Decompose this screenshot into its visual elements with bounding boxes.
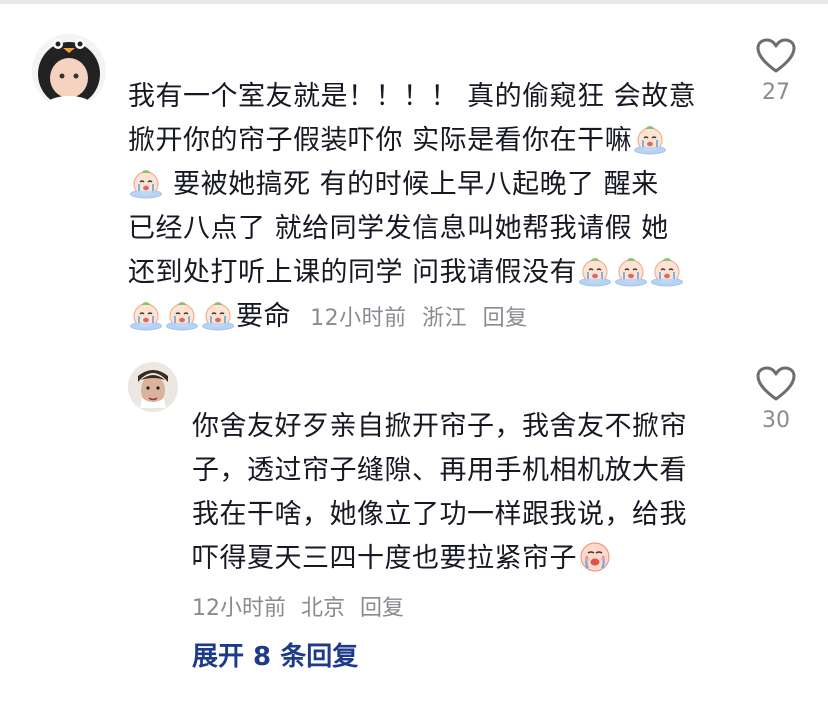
- reply-button[interactable]: 回复: [483, 306, 528, 331]
- like-button[interactable]: 27: [746, 38, 806, 105]
- comment-line-text: 要被她搞死 有的时候上早八起晚了 醒来: [173, 169, 659, 200]
- comment-line: 要命 12小时前 浙江 回复: [128, 295, 696, 341]
- reply-button[interactable]: 回复: [360, 596, 404, 621]
- heart-icon[interactable]: [756, 366, 796, 402]
- comment-line: 已经八点了 就给同学发信息叫她帮我请假 她: [128, 213, 669, 244]
- comment-line: 你舍友好歹亲自掀开帘子，我舍友不掀帘: [192, 411, 687, 442]
- top-divider: [0, 0, 828, 4]
- avatar[interactable]: [128, 362, 178, 412]
- crying-face-emoji-icon: [578, 539, 612, 573]
- penguin-hood-avatar-icon: [32, 34, 106, 108]
- comment-meta: 12小时前 浙江 回复: [310, 306, 536, 331]
- comment-line-text: 还到处打听上课的同学 问我请假没有: [128, 257, 578, 288]
- comment-location: 北京: [301, 596, 346, 621]
- avatar[interactable]: [32, 34, 106, 108]
- comment-line: 我在干啥，她像立了功一样跟我说，给我: [192, 499, 687, 530]
- comment-time: 12小时前: [192, 596, 286, 621]
- reply-body: 你舍友好歹亲自掀开帘子，我舍友不掀帘 子，透过帘子缝隙、再用手机相机放大看 我在…: [192, 405, 687, 581]
- crying-baby-emoji-icon: [633, 123, 667, 155]
- comment-line: 还到处打听上课的同学 问我请假没有: [128, 251, 696, 295]
- crying-baby-emoji-icon: [614, 255, 648, 287]
- expand-replies-button[interactable]: 展开 8 条回复: [192, 636, 358, 673]
- comment-line: 要被她搞死 有的时候上早八起晚了 醒来: [128, 163, 696, 207]
- comment-line-text: 要命: [236, 301, 291, 332]
- comment-line-text: 吓得夏天三四十度也要拉紧帘子: [192, 543, 577, 574]
- heart-icon[interactable]: [756, 38, 796, 74]
- crying-baby-emoji-icon: [650, 255, 684, 287]
- crying-baby-emoji-icon: [129, 167, 163, 199]
- comment-line-text: 掀开你的帘子假装吓你 实际是看你在干嘛: [128, 125, 633, 156]
- comment-body: 我有一个室友就是！！！！ 真的偷窥狂 会故意 掀开你的帘子假装吓你 实际是看你在…: [128, 75, 696, 341]
- reply-meta: 12小时前 北京 回复: [192, 590, 412, 622]
- comment-line: 子，透过帘子缝隙、再用手机相机放大看: [192, 455, 687, 486]
- crying-baby-emoji-icon: [129, 299, 163, 331]
- comment-line: 掀开你的帘子假装吓你 实际是看你在干嘛: [128, 119, 696, 163]
- comment-time: 12小时前: [310, 306, 407, 331]
- comment-line: 我有一个室友就是！！！！ 真的偷窥狂 会故意: [128, 81, 697, 112]
- like-button[interactable]: 30: [746, 366, 806, 433]
- man-portrait-avatar-icon: [128, 362, 178, 412]
- like-count: 27: [762, 80, 790, 105]
- crying-baby-emoji-icon: [578, 255, 612, 287]
- comment-line: 吓得夏天三四十度也要拉紧帘子: [192, 537, 687, 581]
- like-count: 30: [762, 408, 790, 433]
- crying-baby-emoji-icon: [165, 299, 199, 331]
- crying-baby-emoji-icon: [201, 299, 235, 331]
- comment-location: 浙江: [422, 306, 468, 331]
